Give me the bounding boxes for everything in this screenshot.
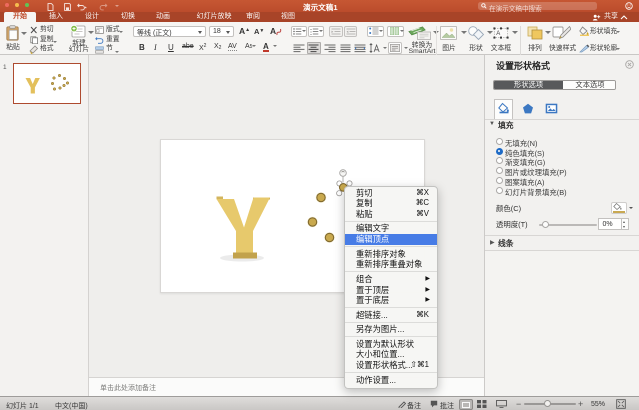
svg-text:A: A bbox=[496, 31, 500, 37]
